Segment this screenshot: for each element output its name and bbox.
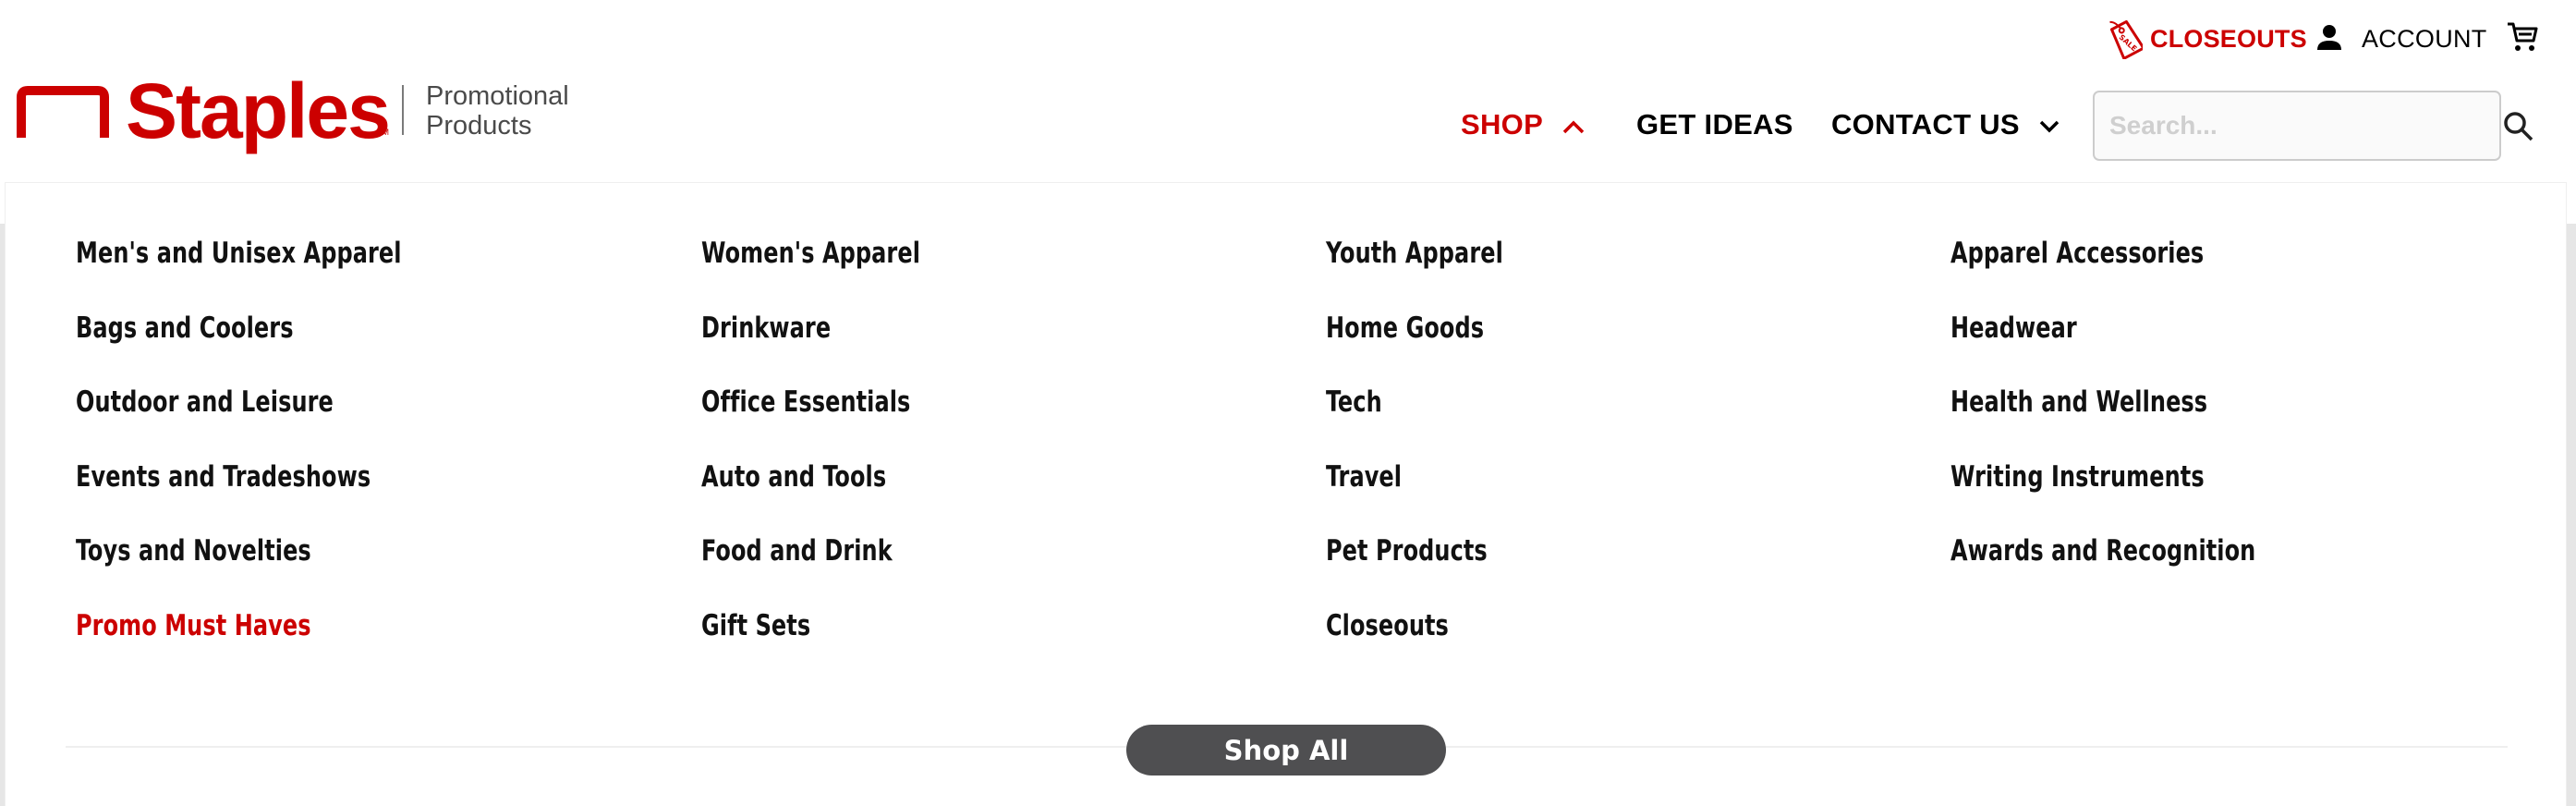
menu-item[interactable]: Home Goods	[1326, 311, 1532, 386]
chevron-down-icon	[2038, 108, 2060, 141]
menu-item[interactable]: Headwear	[1950, 311, 2305, 386]
menu-item[interactable]: Women's Apparel	[701, 237, 956, 311]
shop-all-button[interactable]: Shop All	[1126, 725, 1446, 775]
nav-shop-label: SHOP	[1461, 108, 1544, 140]
account-label: ACCOUNT	[2362, 24, 2487, 53]
menu-column-2: Women's Apparel Drinkware Office Essenti…	[701, 237, 956, 684]
logo-subtitle: Promotional Products	[426, 81, 569, 140]
search-icon	[2503, 112, 2534, 145]
menu-item[interactable]: Apparel Accessories	[1950, 237, 2305, 311]
logo-separator	[402, 85, 404, 135]
page-backdrop-right	[2567, 224, 2576, 806]
closeouts-link[interactable]: SALE CLOSEOUTS	[2108, 17, 2307, 61]
logo-subtitle-line1: Promotional	[426, 81, 569, 111]
menu-item[interactable]: Drinkware	[701, 311, 956, 386]
menu-item[interactable]: Closeouts	[1326, 609, 1532, 684]
cart-link[interactable]	[2506, 17, 2539, 61]
nav-get-ideas-label: GET IDEAS	[1636, 108, 1793, 140]
menu-item[interactable]: Toys and Novelties	[76, 534, 455, 609]
menu-item[interactable]: Food and Drink	[701, 534, 956, 609]
menu-column-1: Men's and Unisex Apparel Bags and Cooler…	[76, 237, 455, 684]
nav-contact-us-label: CONTACT US	[1831, 108, 2020, 140]
search-input[interactable]	[2093, 91, 2501, 161]
nav-shop[interactable]: SHOP	[1461, 102, 1586, 148]
menu-item[interactable]: Events and Tradeshows	[76, 460, 455, 535]
chevron-up-icon	[1561, 108, 1586, 141]
menu-item[interactable]: Office Essentials	[701, 385, 956, 460]
logo-trademark: TM	[377, 128, 389, 137]
logo-wordmark: Staples	[126, 67, 391, 154]
menu-item[interactable]: Awards and Recognition	[1950, 534, 2305, 609]
menu-item-promo-must-haves[interactable]: Promo Must Haves	[76, 609, 455, 684]
account-link[interactable]: ACCOUNT	[2315, 17, 2487, 61]
sale-tag-icon: SALE	[2108, 15, 2145, 64]
menu-item[interactable]: Youth Apparel	[1326, 237, 1532, 311]
logo-subtitle-line2: Products	[426, 111, 532, 140]
menu-item[interactable]: Tech	[1326, 385, 1532, 460]
menu-item[interactable]: Outdoor and Leisure	[76, 385, 455, 460]
menu-column-3: Youth Apparel Home Goods Tech Travel Pet…	[1326, 237, 1532, 684]
menu-item[interactable]: Auto and Tools	[701, 460, 956, 535]
menu-item[interactable]: Health and Wellness	[1950, 385, 2305, 460]
staple-mark-icon	[17, 86, 109, 138]
person-icon	[2315, 23, 2343, 55]
menu-item[interactable]: Gift Sets	[701, 609, 956, 684]
menu-item[interactable]: Travel	[1326, 460, 1532, 535]
nav-contact-us[interactable]: CONTACT US	[1831, 102, 2060, 148]
menu-item[interactable]: Bags and Coolers	[76, 311, 455, 386]
menu-item[interactable]: Men's and Unisex Apparel	[76, 237, 455, 311]
closeouts-label: CLOSEOUTS	[2150, 24, 2307, 53]
menu-column-4: Apparel Accessories Headwear Health and …	[1950, 237, 2305, 609]
menu-item[interactable]: Writing Instruments	[1950, 460, 2305, 535]
cart-icon	[2506, 20, 2539, 58]
search-button[interactable]	[2502, 111, 2535, 144]
nav-get-ideas[interactable]: GET IDEAS	[1636, 102, 1793, 148]
menu-item[interactable]: Pet Products	[1326, 534, 1532, 609]
